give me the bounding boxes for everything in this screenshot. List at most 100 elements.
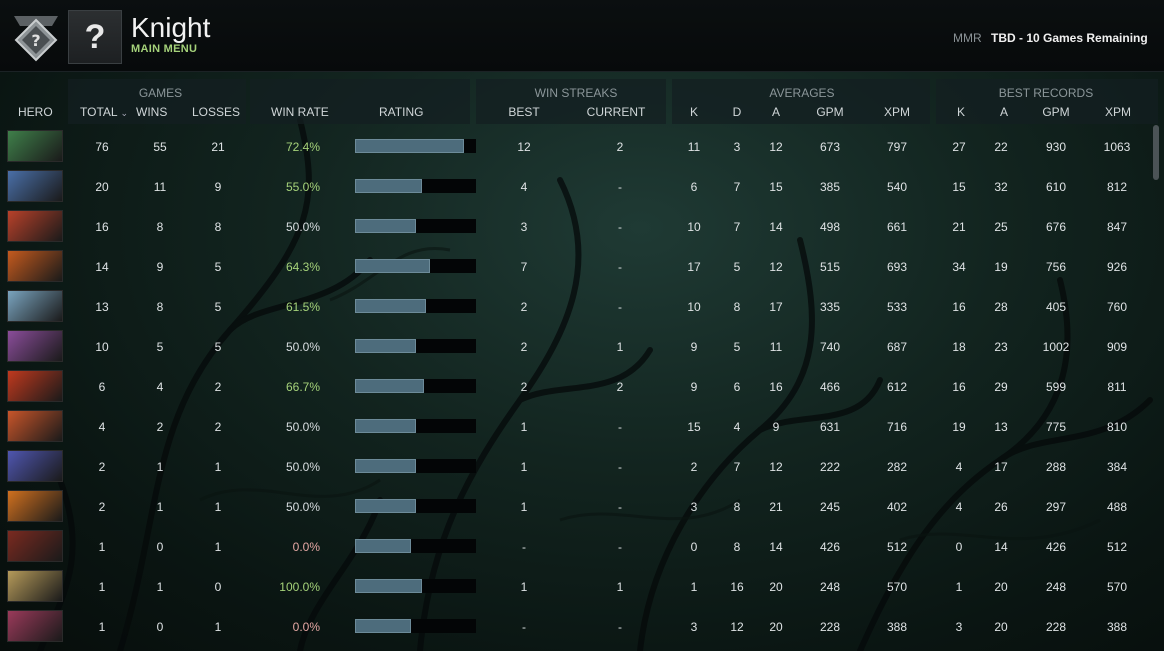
- hero-portrait-icon[interactable]: [7, 610, 63, 642]
- cell-total: 10: [95, 340, 109, 354]
- rating-bar: [355, 539, 476, 553]
- cell-current: -: [618, 500, 622, 514]
- chevron-down-icon: ⌄: [120, 108, 129, 118]
- table-row[interactable]: 1 1 0 1 1 1 16 20 248 570 1 20 248 570 100.0%: [0, 569, 1150, 609]
- cell-gpm: 248: [819, 580, 841, 594]
- col-hero[interactable]: HERO: [18, 105, 53, 119]
- hero-portrait-icon[interactable]: [7, 330, 63, 362]
- cell-ra: 20: [994, 580, 1008, 594]
- col-losses[interactable]: LOSSES: [192, 105, 240, 119]
- cell-best: 1: [520, 500, 528, 514]
- col-win-rate[interactable]: WIN RATE: [271, 105, 329, 119]
- col-rating[interactable]: RATING: [379, 105, 423, 119]
- hero-portrait-icon[interactable]: [7, 410, 63, 442]
- player-name: Knight: [131, 12, 211, 43]
- scrollbar[interactable]: [1153, 125, 1159, 180]
- cell-best: 4: [520, 180, 528, 194]
- cell-gpm: 515: [819, 260, 841, 274]
- cell-total: 13: [95, 300, 109, 314]
- table-row[interactable]: 6 4 2 2 2 9 6 16 466 612 16 29 599 811 66.7%: [0, 369, 1150, 409]
- cell-ra: 28: [994, 300, 1008, 314]
- col-current-streak[interactable]: CURRENT: [587, 105, 646, 119]
- table-row[interactable]: 2 1 1 1-3 8 21 245 402 4 26 297 488 50.0%: [0, 489, 1150, 529]
- col-rec-k[interactable]: K: [957, 105, 965, 119]
- rating-bar-fill: [355, 299, 426, 313]
- table-row[interactable]: 10 5 5 2 1 9 5 11 740 687 18 23 1002 909 50.0%: [0, 329, 1150, 369]
- hero-portrait-icon[interactable]: [7, 290, 63, 322]
- table-row[interactable]: 20 11 9 4 - 6 7 15 385 540 15 32 610 812 55.0%: [0, 169, 1150, 209]
- cell-a: 12: [769, 260, 783, 274]
- cell-a: 15: [769, 180, 783, 194]
- rating-bar-fill: [355, 259, 430, 273]
- cell-rxpm: 812: [1106, 180, 1128, 194]
- cell-rxpm: 512: [1106, 540, 1128, 554]
- table-row[interactable]: 14 9 5 7 - 17 5 12 515 693 34 19 756 926 64.3%: [0, 249, 1150, 289]
- cell-current: -: [618, 180, 622, 194]
- cell-gpm: 498: [819, 220, 841, 234]
- rating-bar-fill: [355, 419, 416, 433]
- cell-rxpm: 384: [1106, 460, 1128, 474]
- table-row[interactable]: 76 55 21 12 2 11 3 12 673 797 27 22 930 1063 72.4%: [0, 129, 1150, 169]
- cell-losses: 1: [214, 460, 222, 474]
- cell-ra: 25: [994, 220, 1008, 234]
- cell-win-rate: 100.0%: [279, 580, 320, 594]
- hero-portrait-icon[interactable]: [7, 170, 63, 202]
- col-wins[interactable]: WINS: [136, 105, 167, 119]
- cell-total: 1: [98, 620, 106, 634]
- rating-bar: [355, 259, 476, 273]
- col-best-streak[interactable]: BEST: [508, 105, 539, 119]
- svg-text:?: ?: [31, 31, 40, 50]
- col-avg-gpm[interactable]: GPM: [816, 105, 843, 119]
- main-menu-link[interactable]: MAIN MENU: [131, 43, 197, 55]
- cell-wins: 8: [156, 220, 164, 234]
- cell-gpm: 245: [819, 500, 841, 514]
- hero-portrait-icon[interactable]: [7, 570, 63, 602]
- hero-portrait-icon[interactable]: [7, 530, 63, 562]
- table-row[interactable]: 2 1 1 1 - 2 7 12 222 282 4 17 288 384 50.0%: [0, 449, 1150, 489]
- table-row[interactable]: 4 2 2 1 - 15 4 9 631 716 19 13 775 810 50.0%: [0, 409, 1150, 449]
- cell-rk: 15: [952, 180, 966, 194]
- cell-a: 21: [769, 500, 783, 514]
- cell-total: 76: [95, 140, 109, 154]
- mmr-value: TBD - 10 Games Remaining: [991, 31, 1148, 45]
- hero-portrait-icon[interactable]: [7, 450, 63, 482]
- cell-d: 4: [733, 420, 741, 434]
- cell-rgpm: 599: [1045, 380, 1067, 394]
- col-total[interactable]: TOTAL ⌄: [80, 105, 128, 119]
- hero-portrait-icon[interactable]: [7, 130, 63, 162]
- hero-portrait-icon[interactable]: [7, 250, 63, 282]
- col-avg-k[interactable]: K: [690, 105, 698, 119]
- cell-gpm: 385: [819, 180, 841, 194]
- cell-losses: 5: [214, 300, 222, 314]
- cell-losses: 1: [214, 500, 222, 514]
- hero-portrait-icon[interactable]: [7, 490, 63, 522]
- col-avg-a[interactable]: A: [772, 105, 780, 119]
- cell-rxpm: 760: [1106, 300, 1128, 314]
- cell-k: 9: [690, 340, 698, 354]
- rating-bar: [355, 219, 476, 233]
- table-row[interactable]: 1 0 1 - - 3 12 20 228 388 3 20 228 388 0.0%: [0, 609, 1150, 649]
- rating-bar-fill: [355, 619, 411, 633]
- cell-win-rate: 50.0%: [285, 420, 320, 434]
- col-rec-a[interactable]: A: [1000, 105, 1008, 119]
- col-avg-d[interactable]: D: [733, 105, 742, 119]
- avatar[interactable]: ?: [68, 10, 122, 64]
- cell-win-rate: 50.0%: [285, 340, 320, 354]
- hero-portrait-icon[interactable]: [7, 370, 63, 402]
- hero-portrait-icon[interactable]: [7, 210, 63, 242]
- table-row[interactable]: 13 8 5 2 - 10 8 17 335 533 16 28 405 760 61.5%: [0, 289, 1150, 329]
- cell-gpm: 228: [819, 620, 841, 634]
- table-row[interactable]: 1 0 1 - - 0 8 14 426 512 0 14 426 512 0.0%: [0, 529, 1150, 569]
- cell-xpm: 388: [886, 620, 908, 634]
- cell-xpm: 402: [886, 500, 908, 514]
- table-row[interactable]: 16 8 8 3 - 10 7 14 498 661 21 25 676 847 50.0%: [0, 209, 1150, 249]
- col-rec-gpm[interactable]: GPM: [1042, 105, 1069, 119]
- cell-rk: 27: [952, 140, 966, 154]
- cell-rxpm: 847: [1106, 220, 1128, 234]
- top-bar: ? ? Knight MAIN MENU MMR TBD - 10 Games …: [0, 0, 1164, 72]
- col-rec-xpm[interactable]: XPM: [1105, 105, 1131, 119]
- cell-rgpm: 775: [1045, 420, 1067, 434]
- cell-losses: 2: [214, 420, 222, 434]
- col-avg-xpm[interactable]: XPM: [884, 105, 910, 119]
- cell-losses: 5: [214, 340, 222, 354]
